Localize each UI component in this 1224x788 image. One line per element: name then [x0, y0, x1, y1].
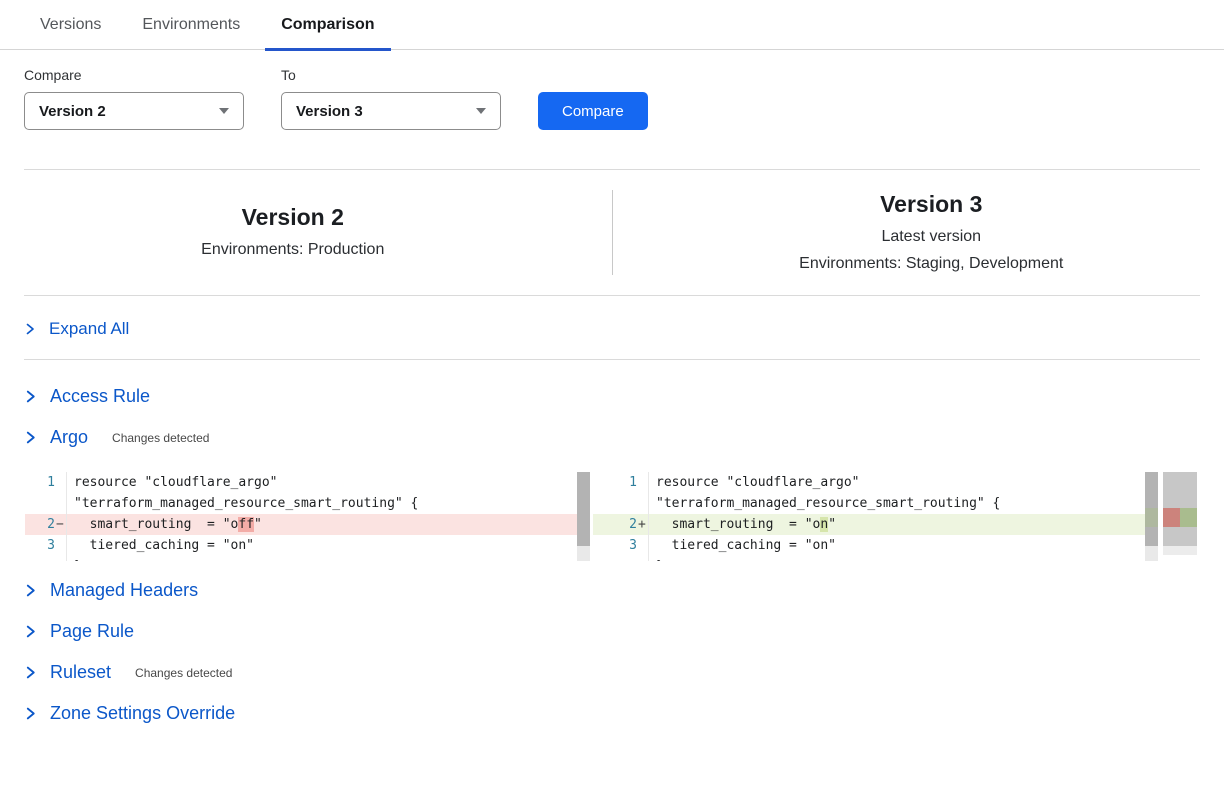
changes-detected-badge: Changes detected — [112, 431, 209, 445]
minimap-removed-marker — [1163, 508, 1180, 527]
to-field-group: To Version 3 — [281, 67, 501, 130]
code-line-wrap: "terraform_managed_resource_smart_routin… — [25, 493, 590, 514]
section-access-rule[interactable]: Access Rule — [24, 376, 1200, 417]
minimap-diff-marker — [1163, 508, 1197, 527]
compare-controls: Compare Version 2 To Version 3 Compare — [0, 50, 1224, 130]
tab-bar: Versions Environments Comparison — [0, 0, 1224, 50]
diff-panel-left: 1resource "cloudflare_argo" "terraform_m… — [25, 472, 590, 561]
to-label: To — [281, 67, 501, 83]
section-page-rule[interactable]: Page Rule — [24, 611, 1200, 652]
section-label: Page Rule — [50, 621, 134, 642]
dropdown-caret-icon — [476, 108, 486, 114]
to-version-value: Version 3 — [296, 103, 363, 120]
scrollbar[interactable] — [577, 472, 590, 561]
minimap-added-marker — [1180, 508, 1197, 527]
chevron-right-icon — [24, 707, 37, 720]
removed-word-highlight: ff — [238, 517, 254, 532]
code-line: } — [593, 556, 1158, 561]
expand-all-label: Expand All — [49, 319, 129, 339]
removed-marker: − — [55, 514, 66, 535]
chevron-right-icon — [24, 390, 37, 403]
code-line-added: 2+ smart_routing = "on" — [593, 514, 1158, 535]
code-line-wrap: "terraform_managed_resource_smart_routin… — [593, 493, 1158, 514]
chevron-right-icon — [24, 431, 37, 444]
dropdown-caret-icon — [219, 108, 229, 114]
section-argo[interactable]: Argo Changes detected — [24, 417, 1200, 458]
chevron-right-icon — [24, 666, 37, 679]
section-label: Ruleset — [50, 662, 111, 683]
left-version-environments: Environments: Production — [24, 236, 562, 263]
resource-sections: Access Rule Argo Changes detected 1resou… — [0, 360, 1224, 734]
compare-version-value: Version 2 — [39, 103, 106, 120]
version-header-left: Version 2 Environments: Production — [24, 202, 612, 263]
section-label: Argo — [50, 427, 88, 448]
right-version-environments: Environments: Staging, Development — [663, 250, 1201, 277]
compare-label: Compare — [24, 67, 244, 83]
chevron-right-icon — [24, 625, 37, 638]
compare-version-select[interactable]: Version 2 — [24, 92, 244, 130]
compare-button[interactable]: Compare — [538, 92, 648, 130]
chevron-right-icon — [24, 584, 37, 597]
scrollbar-thumb[interactable] — [577, 472, 590, 546]
scrollbar[interactable] — [1145, 472, 1158, 561]
tab-versions[interactable]: Versions — [24, 0, 117, 49]
compare-field-group: Compare Version 2 — [24, 67, 244, 130]
code-line: 1resource "cloudflare_argo" — [25, 472, 590, 493]
diff-right-group: 1resource "cloudflare_argo" "terraform_m… — [593, 472, 1197, 561]
right-version-subtitle: Latest version — [663, 223, 1201, 250]
code-line: 3 tiered_caching = "on" — [25, 535, 590, 556]
section-managed-headers[interactable]: Managed Headers — [24, 570, 1200, 611]
to-version-select[interactable]: Version 3 — [281, 92, 501, 130]
chevron-right-icon — [24, 323, 36, 335]
argo-diff: 1resource "cloudflare_argo" "terraform_m… — [25, 472, 1200, 561]
tab-environments[interactable]: Environments — [126, 0, 256, 49]
version-headers: Version 2 Environments: Production Versi… — [0, 170, 1224, 295]
section-zone-settings-override[interactable]: Zone Settings Override — [24, 693, 1200, 734]
changes-detected-badge: Changes detected — [135, 666, 232, 680]
section-label: Access Rule — [50, 386, 150, 407]
minimap-track — [1163, 546, 1197, 555]
code-line: } — [25, 556, 590, 561]
expand-all-button[interactable]: Expand All — [0, 296, 1224, 359]
diff-minimap[interactable] — [1163, 472, 1197, 561]
added-marker: + — [637, 514, 648, 535]
left-version-title: Version 2 — [24, 202, 562, 232]
tab-comparison[interactable]: Comparison — [265, 0, 390, 49]
section-label: Managed Headers — [50, 580, 198, 601]
right-version-title: Version 3 — [663, 189, 1201, 219]
section-ruleset[interactable]: Ruleset Changes detected — [24, 652, 1200, 693]
scrollbar-thumb[interactable] — [1145, 472, 1158, 546]
diff-panel-right: 1resource "cloudflare_argo" "terraform_m… — [593, 472, 1158, 561]
code-line: 1resource "cloudflare_argo" — [593, 472, 1158, 493]
section-label: Zone Settings Override — [50, 703, 235, 724]
code-line: 3 tiered_caching = "on" — [593, 535, 1158, 556]
code-line-removed: 2− smart_routing = "off" — [25, 514, 590, 535]
version-header-right: Version 3 Latest version Environments: S… — [613, 189, 1201, 277]
